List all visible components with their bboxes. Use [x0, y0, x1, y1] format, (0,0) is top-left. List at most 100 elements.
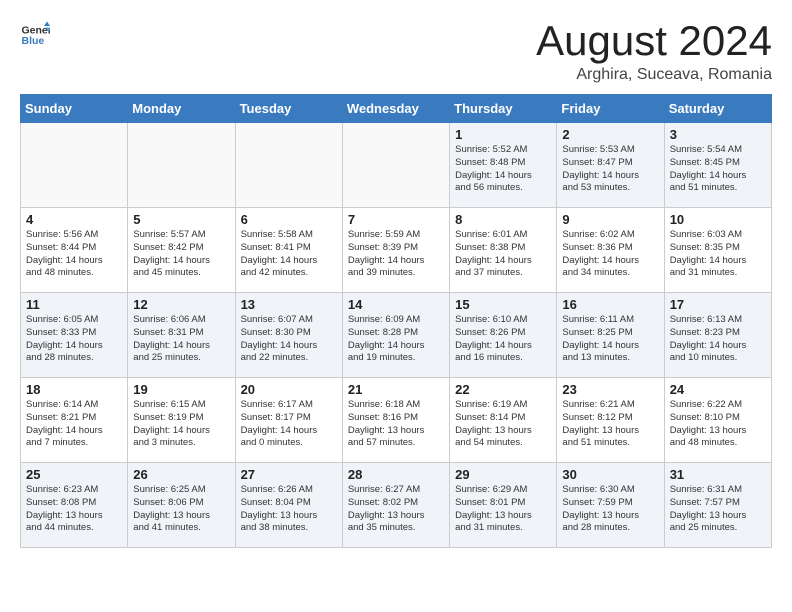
calendar-cell: 2 Sunrise: 5:53 AM Sunset: 8:47 PM Daylig… — [557, 123, 664, 208]
day-number: 27 — [241, 467, 337, 482]
calendar-week-2: 11Sunrise: 6:05 AM Sunset: 8:33 PM Dayli… — [21, 293, 772, 378]
day-info: Sunrise: 5:53 AM Sunset: 8:47 PM Dayligh… — [562, 144, 658, 195]
day-info: Sunrise: 6:19 AM Sunset: 8:14 PM Dayligh… — [455, 399, 551, 450]
day-info: Sunrise: 5:56 AM Sunset: 8:44 PM Dayligh… — [26, 229, 122, 280]
day-number: 14 — [348, 297, 444, 312]
day-info: Sunrise: 6:10 AM Sunset: 8:26 PM Dayligh… — [455, 314, 551, 365]
day-info: Sunrise: 6:07 AM Sunset: 8:30 PM Dayligh… — [241, 314, 337, 365]
day-number: 3 — [670, 127, 766, 142]
svg-text:Blue: Blue — [22, 35, 45, 47]
day-info: Sunrise: 6:21 AM Sunset: 8:12 PM Dayligh… — [562, 399, 658, 450]
col-friday: Friday — [557, 95, 664, 123]
calendar-cell: 3Sunrise: 5:54 AM Sunset: 8:45 PM Daylig… — [664, 123, 771, 208]
calendar-cell: 30 Sunrise: 6:30 AM Sunset: 7:59 PM Dayli… — [557, 463, 664, 548]
calendar-cell: 25 Sunrise: 6:23 AM Sunset: 8:08 PM Dayli… — [21, 463, 128, 548]
day-number: 25 — [26, 467, 122, 482]
calendar-week-0: 1 Sunrise: 5:52 AM Sunset: 8:48 PM Daylig… — [21, 123, 772, 208]
day-number: 11 — [26, 297, 122, 312]
day-info: Sunrise: 6:17 AM Sunset: 8:17 PM Dayligh… — [241, 399, 337, 450]
calendar-subtitle: Arghira, Suceava, Romania — [536, 66, 772, 84]
day-info: Sunrise: 5:58 AM Sunset: 8:41 PM Dayligh… — [241, 229, 337, 280]
calendar-cell — [235, 123, 342, 208]
col-monday: Monday — [128, 95, 235, 123]
col-saturday: Saturday — [664, 95, 771, 123]
calendar-cell: 26 Sunrise: 6:25 AM Sunset: 8:06 PM Dayli… — [128, 463, 235, 548]
calendar-cell: 29 Sunrise: 6:29 AM Sunset: 8:01 PM Dayli… — [450, 463, 557, 548]
day-number: 8 — [455, 212, 551, 227]
day-number: 29 — [455, 467, 551, 482]
calendar-cell — [128, 123, 235, 208]
day-info: Sunrise: 6:13 AM Sunset: 8:23 PM Dayligh… — [670, 314, 766, 365]
day-number: 12 — [133, 297, 229, 312]
calendar-cell: 24 Sunrise: 6:22 AM Sunset: 8:10 PM Dayli… — [664, 378, 771, 463]
day-info: Sunrise: 6:31 AM Sunset: 7:57 PM Dayligh… — [670, 484, 766, 535]
calendar-cell: 28 Sunrise: 6:27 AM Sunset: 8:02 PM Dayli… — [342, 463, 449, 548]
calendar-cell: 11Sunrise: 6:05 AM Sunset: 8:33 PM Dayli… — [21, 293, 128, 378]
calendar-title: August 2024 — [536, 20, 772, 62]
day-number: 7 — [348, 212, 444, 227]
day-number: 4 — [26, 212, 122, 227]
day-number: 1 — [455, 127, 551, 142]
day-info: Sunrise: 5:59 AM Sunset: 8:39 PM Dayligh… — [348, 229, 444, 280]
calendar-cell — [21, 123, 128, 208]
day-info: Sunrise: 6:22 AM Sunset: 8:10 PM Dayligh… — [670, 399, 766, 450]
day-info: Sunrise: 6:29 AM Sunset: 8:01 PM Dayligh… — [455, 484, 551, 535]
page-header: General Blue August 2024 Arghira, Suceav… — [20, 20, 772, 84]
calendar-cell: 15 Sunrise: 6:10 AM Sunset: 8:26 PM Dayli… — [450, 293, 557, 378]
day-info: Sunrise: 6:27 AM Sunset: 8:02 PM Dayligh… — [348, 484, 444, 535]
calendar-cell: 10 Sunrise: 6:03 AM Sunset: 8:35 PM Dayli… — [664, 208, 771, 293]
calendar-week-3: 18 Sunrise: 6:14 AM Sunset: 8:21 PM Dayli… — [21, 378, 772, 463]
calendar-cell: 31Sunrise: 6:31 AM Sunset: 7:57 PM Dayli… — [664, 463, 771, 548]
calendar-cell — [342, 123, 449, 208]
calendar-cell: 21 Sunrise: 6:18 AM Sunset: 8:16 PM Dayli… — [342, 378, 449, 463]
col-sunday: Sunday — [21, 95, 128, 123]
day-info: Sunrise: 6:02 AM Sunset: 8:36 PM Dayligh… — [562, 229, 658, 280]
calendar-cell: 22Sunrise: 6:19 AM Sunset: 8:14 PM Dayli… — [450, 378, 557, 463]
calendar-cell: 1 Sunrise: 5:52 AM Sunset: 8:48 PM Daylig… — [450, 123, 557, 208]
calendar-cell: 17 Sunrise: 6:13 AM Sunset: 8:23 PM Dayli… — [664, 293, 771, 378]
day-number: 20 — [241, 382, 337, 397]
day-info: Sunrise: 6:25 AM Sunset: 8:06 PM Dayligh… — [133, 484, 229, 535]
calendar-cell: 8 Sunrise: 6:01 AM Sunset: 8:38 PM Daylig… — [450, 208, 557, 293]
day-number: 30 — [562, 467, 658, 482]
day-info: Sunrise: 6:01 AM Sunset: 8:38 PM Dayligh… — [455, 229, 551, 280]
col-thursday: Thursday — [450, 95, 557, 123]
day-number: 28 — [348, 467, 444, 482]
calendar-cell: 9Sunrise: 6:02 AM Sunset: 8:36 PM Daylig… — [557, 208, 664, 293]
day-info: Sunrise: 6:18 AM Sunset: 8:16 PM Dayligh… — [348, 399, 444, 450]
day-number: 18 — [26, 382, 122, 397]
day-number: 2 — [562, 127, 658, 142]
day-info: Sunrise: 6:14 AM Sunset: 8:21 PM Dayligh… — [26, 399, 122, 450]
day-number: 26 — [133, 467, 229, 482]
calendar-cell: 5 Sunrise: 5:57 AM Sunset: 8:42 PM Daylig… — [128, 208, 235, 293]
calendar-table: Sunday Monday Tuesday Wednesday Thursday… — [20, 94, 772, 548]
day-number: 19 — [133, 382, 229, 397]
calendar-cell: 14 Sunrise: 6:09 AM Sunset: 8:28 PM Dayli… — [342, 293, 449, 378]
day-info: Sunrise: 5:57 AM Sunset: 8:42 PM Dayligh… — [133, 229, 229, 280]
day-number: 15 — [455, 297, 551, 312]
calendar-cell: 18 Sunrise: 6:14 AM Sunset: 8:21 PM Dayli… — [21, 378, 128, 463]
calendar-cell: 6Sunrise: 5:58 AM Sunset: 8:41 PM Daylig… — [235, 208, 342, 293]
day-info: Sunrise: 6:03 AM Sunset: 8:35 PM Dayligh… — [670, 229, 766, 280]
day-info: Sunrise: 6:09 AM Sunset: 8:28 PM Dayligh… — [348, 314, 444, 365]
calendar-cell: 12 Sunrise: 6:06 AM Sunset: 8:31 PM Dayli… — [128, 293, 235, 378]
day-info: Sunrise: 5:52 AM Sunset: 8:48 PM Dayligh… — [455, 144, 551, 195]
calendar-cell: 19 Sunrise: 6:15 AM Sunset: 8:19 PM Dayli… — [128, 378, 235, 463]
day-info: Sunrise: 6:06 AM Sunset: 8:31 PM Dayligh… — [133, 314, 229, 365]
day-info: Sunrise: 6:11 AM Sunset: 8:25 PM Dayligh… — [562, 314, 658, 365]
calendar-header-row: Sunday Monday Tuesday Wednesday Thursday… — [21, 95, 772, 123]
day-number: 24 — [670, 382, 766, 397]
logo-icon: General Blue — [20, 20, 50, 50]
day-info: Sunrise: 6:30 AM Sunset: 7:59 PM Dayligh… — [562, 484, 658, 535]
day-number: 5 — [133, 212, 229, 227]
day-number: 17 — [670, 297, 766, 312]
day-info: Sunrise: 6:23 AM Sunset: 8:08 PM Dayligh… — [26, 484, 122, 535]
day-number: 23 — [562, 382, 658, 397]
calendar-cell: 16Sunrise: 6:11 AM Sunset: 8:25 PM Dayli… — [557, 293, 664, 378]
day-info: Sunrise: 6:15 AM Sunset: 8:19 PM Dayligh… — [133, 399, 229, 450]
day-number: 10 — [670, 212, 766, 227]
calendar-cell: 23 Sunrise: 6:21 AM Sunset: 8:12 PM Dayli… — [557, 378, 664, 463]
day-number: 21 — [348, 382, 444, 397]
calendar-cell: 13Sunrise: 6:07 AM Sunset: 8:30 PM Dayli… — [235, 293, 342, 378]
calendar-week-4: 25 Sunrise: 6:23 AM Sunset: 8:08 PM Dayli… — [21, 463, 772, 548]
